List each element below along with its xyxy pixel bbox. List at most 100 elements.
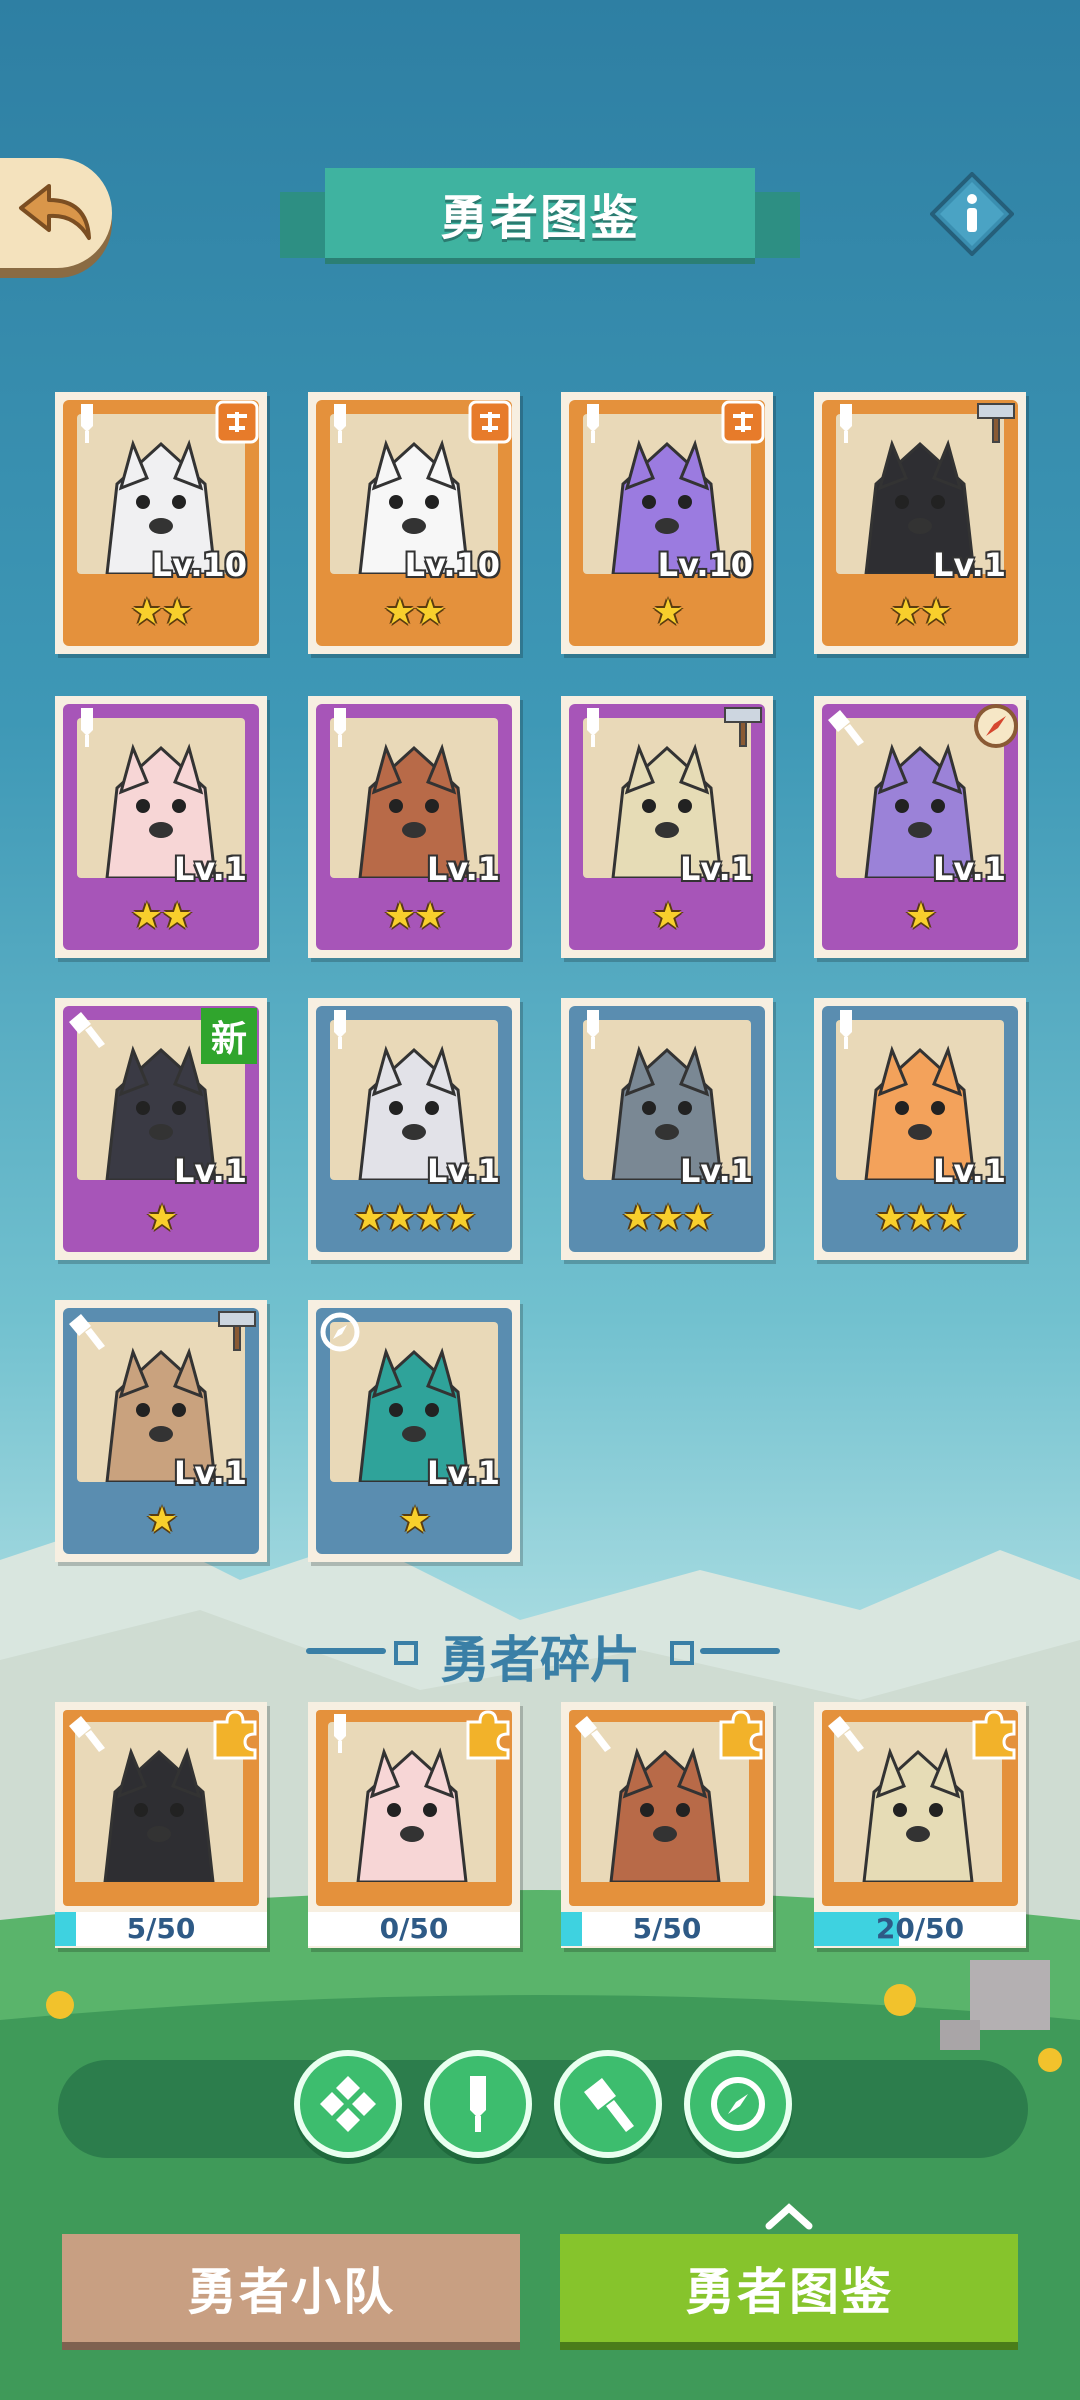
- compass-tag-icon: [974, 704, 1018, 748]
- section-divider-right: [700, 1648, 780, 1654]
- hero-card-gray-mouse[interactable]: Lv.1 ★★★: [561, 998, 773, 1260]
- sword-class-icon: [840, 404, 852, 443]
- hero-level: Lv.10: [151, 546, 247, 584]
- fragment-card-bull-warrior[interactable]: 0/50: [308, 1702, 520, 1948]
- hammer-tag-icon: [724, 707, 762, 747]
- hero-card-gray-cat[interactable]: Lv.1 ★★★★: [308, 998, 520, 1260]
- hero-card-panda[interactable]: Lv.10 ★★: [308, 392, 520, 654]
- filter-compass-button[interactable]: [684, 2050, 792, 2158]
- filter-hammer-button[interactable]: [554, 2050, 662, 2158]
- hammer-tag-icon: [218, 1311, 256, 1351]
- puzzle-piece-icon: [213, 1710, 257, 1760]
- hammer-class-icon: [828, 710, 864, 746]
- sword-class-icon: [334, 1714, 346, 1753]
- hero-card-lizard[interactable]: Lv.1 ★★: [308, 696, 520, 958]
- compass-class-icon: [320, 1312, 360, 1352]
- fragment-progress-bar: 20/50: [814, 1912, 1026, 1946]
- all-filter-icon: [320, 2076, 376, 2132]
- hero-card-rhino[interactable]: Lv.1 ★: [814, 696, 1026, 958]
- hero-star-rating: ★: [145, 1500, 178, 1541]
- sword-class-icon: [334, 1010, 346, 1049]
- hero-card-old-deer[interactable]: Lv.1 ★: [561, 696, 773, 958]
- hero-level: Lv.1: [679, 850, 753, 888]
- hero-star-rating: ★: [145, 1198, 178, 1239]
- rune-tag-icon: [468, 400, 512, 444]
- puzzle-piece-icon: [972, 1710, 1016, 1760]
- hammer-tag-icon: [977, 403, 1015, 443]
- hammer-class-icon: [69, 1716, 105, 1752]
- hero-star-rating: ★★: [130, 896, 194, 937]
- fragment-card-bear-officer[interactable]: 5/50: [561, 1702, 773, 1948]
- hero-level: Lv.1: [426, 1152, 500, 1190]
- fragments-section-title: 勇者碎片: [440, 1631, 640, 1689]
- filter-sword-button[interactable]: [424, 2050, 532, 2158]
- compass-filter-icon: [711, 2077, 765, 2131]
- sword-class-icon: [334, 708, 346, 747]
- page-title: 勇者图鉴: [325, 168, 755, 258]
- hammer-class-icon: [828, 1716, 864, 1752]
- fragment-progress-bar: 0/50: [308, 1912, 520, 1946]
- hero-card-sheep-nun[interactable]: Lv.1 ★★: [55, 696, 267, 958]
- fragment-count: 20/50: [875, 1912, 965, 1945]
- hammer-class-icon: [69, 1314, 105, 1350]
- puzzle-piece-icon: [466, 1710, 510, 1760]
- fragment-count: 5/50: [126, 1912, 196, 1945]
- fragment-card-gorilla[interactable]: 20/50: [814, 1702, 1026, 1948]
- hero-level: Lv.1: [426, 850, 500, 888]
- hero-card-black-goat[interactable]: Lv.1 ★★: [814, 392, 1026, 654]
- puzzle-piece-icon: [719, 1710, 763, 1760]
- hero-star-rating: ★★★: [621, 1198, 715, 1239]
- back-button[interactable]: [0, 158, 112, 268]
- hammer-filter-icon: [584, 2078, 634, 2132]
- hero-card-dark-wolf[interactable]: 新 Lv.1 ★: [55, 998, 267, 1260]
- hero-star-rating: ★: [904, 896, 937, 937]
- hero-card-fox-cop[interactable]: Lv.1 ★★★: [814, 998, 1026, 1260]
- hero-star-rating: ★: [651, 592, 684, 633]
- fragment-card-lion[interactable]: 5/50: [55, 1702, 267, 1948]
- sword-class-icon: [587, 404, 599, 443]
- hero-level: Lv.1: [173, 850, 247, 888]
- rune-tag-icon: [215, 400, 259, 444]
- team-tab-button[interactable]: 勇者小队: [62, 2234, 520, 2342]
- title-banner: 勇者图鉴: [280, 168, 800, 276]
- filter-all-button[interactable]: [294, 2050, 402, 2158]
- hero-star-rating: ★: [651, 896, 684, 937]
- hero-star-rating: ★★: [889, 592, 953, 633]
- sword-class-icon: [334, 404, 346, 443]
- codex-tab-button[interactable]: 勇者图鉴: [560, 2234, 1018, 2342]
- hero-level: Lv.10: [404, 546, 500, 584]
- sword-class-icon: [81, 708, 93, 747]
- hero-level: Lv.1: [679, 1152, 753, 1190]
- hero-level: Lv.1: [932, 850, 1006, 888]
- hero-star-rating: ★★★: [874, 1198, 968, 1239]
- sword-class-icon: [840, 1010, 852, 1049]
- sword-class-icon: [81, 404, 93, 443]
- hero-card-frog-wizard[interactable]: Lv.1 ★: [308, 1300, 520, 1562]
- hero-level: Lv.1: [426, 1454, 500, 1492]
- hero-card-white-wolf[interactable]: Lv.10 ★★: [55, 392, 267, 654]
- fragment-progress-bar: 5/50: [55, 1912, 267, 1946]
- sword-class-icon: [587, 708, 599, 747]
- hero-star-rating: ★: [398, 1500, 431, 1541]
- section-ornament-right: [670, 1641, 694, 1665]
- sword-class-icon: [587, 1010, 599, 1049]
- fragment-count: 5/50: [632, 1912, 702, 1945]
- fragment-count: 0/50: [379, 1912, 449, 1945]
- hero-card-purple-elephant[interactable]: Lv.10 ★: [561, 392, 773, 654]
- new-badge: 新: [201, 1008, 257, 1064]
- hero-star-rating: ★★★★: [353, 1198, 476, 1239]
- hero-card-hooded-cat[interactable]: Lv.1 ★: [55, 1300, 267, 1562]
- hammer-class-icon: [69, 1012, 105, 1048]
- hero-star-rating: ★★: [130, 592, 194, 633]
- hero-level: Lv.1: [173, 1152, 247, 1190]
- class-filter-bar: [58, 2060, 1028, 2158]
- fragment-progress-bar: 5/50: [561, 1912, 773, 1946]
- hero-star-rating: ★★: [383, 592, 447, 633]
- back-arrow-icon: [19, 184, 91, 240]
- chevron-up-icon: [765, 2203, 813, 2230]
- hero-star-rating: ★★: [383, 896, 447, 937]
- hero-level: Lv.1: [173, 1454, 247, 1492]
- sword-filter-icon: [470, 2076, 486, 2132]
- info-icon[interactable]: [930, 172, 1014, 256]
- hero-level: Lv.1: [932, 546, 1006, 584]
